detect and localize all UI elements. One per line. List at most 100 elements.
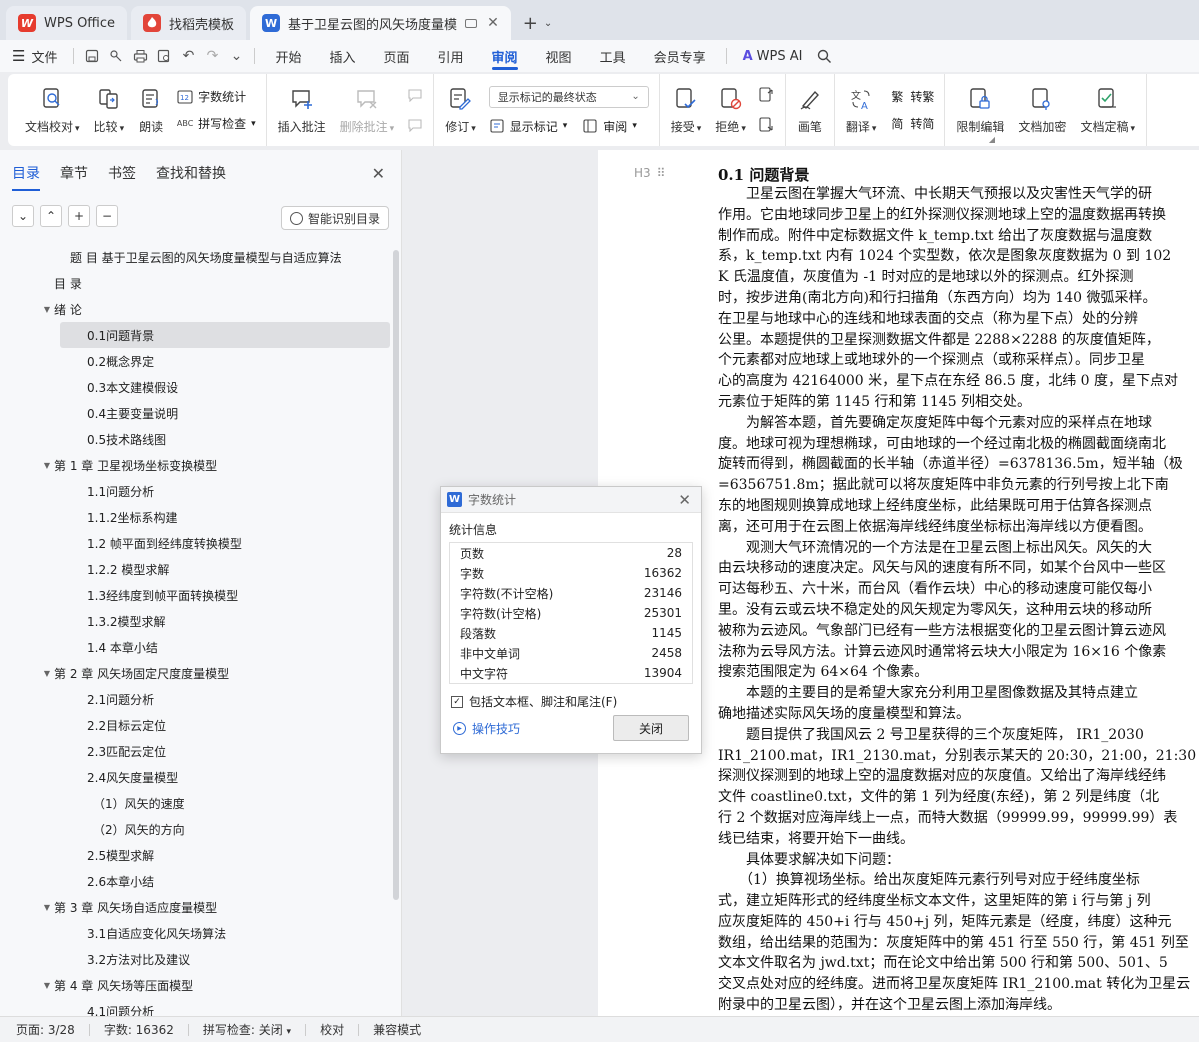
toc-item[interactable]: ▼ 绪 论 [0,296,392,322]
expand-triangle-icon[interactable]: ▼ [40,981,54,990]
toc-item[interactable]: 2.5模型求解 [0,842,392,868]
chevron-down-icon[interactable]: ⌄ [544,18,552,29]
chevron-down-icon[interactable]: ⌄ [224,44,248,68]
ribbon-expand-icon[interactable]: ◢ [989,135,995,144]
redo-icon[interactable]: ↷ [200,44,224,68]
nav-tab-bookmarks[interactable]: 书签 [108,159,136,187]
toc-item[interactable]: 2.3匹配云定位 [0,738,392,764]
expand-up-icon[interactable]: ⌃ [40,205,62,227]
toc-item[interactable]: （1）风矢的速度 [0,790,392,816]
tab-daoke-templates[interactable]: 找稻壳模板 [131,6,247,40]
toc-item[interactable]: 0.3本文建模假设 [0,374,392,400]
search-icon[interactable] [812,44,836,68]
toc-item[interactable]: 1.1问题分析 [0,478,392,504]
toc-item[interactable]: 1.2 帧平面到经纬度转换模型 [0,530,392,556]
proofread-status[interactable]: 校对 [320,1021,344,1038]
expand-triangle-icon[interactable]: ▼ [40,305,54,314]
expand-triangle-icon[interactable]: ▼ [40,461,54,470]
nav-tab-find-replace[interactable]: 查找和替换 [156,159,226,187]
tips-link[interactable]: ▶ 操作技巧 [453,720,520,737]
section-heading[interactable]: 0.1 问题背景 [718,164,809,185]
tab-document[interactable]: W 基于卫星云图的风矢场度量模 ✕ [250,6,511,40]
wps-ai-button[interactable]: A WPS AI [733,49,813,64]
reject-button[interactable]: 拒绝 ▾ [708,74,753,146]
toc-item[interactable]: 2.1问题分析 [0,686,392,712]
save-icon[interactable] [80,44,104,68]
toc-item[interactable]: 2.4风矢度量模型 [0,764,392,790]
next-change-icon[interactable] [759,117,775,133]
close-tab-icon[interactable]: ✕ [487,15,499,31]
toc-item[interactable]: 1.1.2坐标系构建 [0,504,392,530]
toc-item[interactable]: 0.4主要变量说明 [0,400,392,426]
toc-item[interactable]: 0.1问题背景 [60,322,390,348]
add-heading-icon[interactable]: + [68,205,90,227]
toc-item[interactable]: ▼ 第 3 章 风矢场自适应度量模型 [0,894,392,920]
show-markup-button[interactable]: 显示标记 ▾ [489,118,567,135]
include-textbox-checkbox[interactable]: ✓ 包括文本框、脚注和尾注(F) [441,684,701,710]
track-changes-button[interactable]: 修订 ▾ [438,74,483,146]
expand-triangle-icon[interactable]: ▼ [40,669,54,678]
previous-comment-icon[interactable] [407,87,423,103]
read-aloud-button[interactable]: 朗读 [131,74,171,146]
collapse-all-icon[interactable]: ⌄ [12,205,34,227]
new-tab-button[interactable]: + ⌄ [515,6,560,40]
menu-tab-page[interactable]: 页面 [370,40,424,72]
nav-tab-chapters[interactable]: 章节 [60,159,88,187]
review-pane-button[interactable]: 审阅 ▾ [582,118,637,135]
dialog-title-bar[interactable]: W 字数统计 ✕ [441,487,701,513]
previous-change-icon[interactable] [759,87,775,103]
menu-tab-references[interactable]: 引用 [424,40,478,72]
toc-item[interactable]: ▼ 第 4 章 风矢场等压面模型 [0,972,392,998]
to-traditional-button[interactable]: 繁 转繁 [889,88,934,105]
close-icon[interactable]: ✕ [372,164,385,183]
toc-item[interactable]: 2.2目标云定位 [0,712,392,738]
to-simplified-button[interactable]: 简 转简 [889,115,934,132]
toc-item[interactable]: 1.3经纬度到帧平面转换模型 [0,582,392,608]
next-comment-icon[interactable] [407,117,423,133]
drag-handle-icon[interactable]: ⠿ [657,166,666,180]
toc-item[interactable]: 2.6本章小结 [0,868,392,894]
toc-item[interactable]: 0.5技术路线图 [0,426,392,452]
doc-encrypt-button[interactable]: 文档加密 [1011,74,1073,146]
toc-item[interactable]: 题 目 基于卫星云图的风矢场度量模型与自适应算法 [0,244,392,270]
menu-tab-tools[interactable]: 工具 [586,40,640,72]
toc-item[interactable]: ▼ 第 1 章 卫星视场坐标变换模型 [0,452,392,478]
toc-item[interactable]: 4.1问题分析 [0,998,392,1017]
document-body-text[interactable]: 卫星云图在掌握大气环流、中长期天气预报以及灾害性天气学的研 作用。它由地球同步卫星… [718,184,1199,1016]
toc-item[interactable]: 1.3.2模型求解 [0,608,392,634]
close-icon[interactable]: ✕ [678,491,691,509]
tab-wps-office[interactable]: W WPS Office [6,6,128,40]
toc-item[interactable]: 3.1自适应变化风矢场算法 [0,920,392,946]
delete-comment-button[interactable]: 删除批注 ▾ [333,74,402,146]
expand-triangle-icon[interactable]: ▼ [40,903,54,912]
word-count-button[interactable]: 12 字数统计 [177,88,256,105]
nav-tab-toc[interactable]: 目录 [12,159,40,191]
toc-item[interactable]: （2）风矢的方向 [0,816,392,842]
toc-item[interactable]: 1.4 本章小结 [0,634,392,660]
restrict-edit-button[interactable]: 限制编辑 [949,74,1011,146]
file-menu[interactable]: ☰ 文件 [12,47,57,66]
translate-button[interactable]: 文A 翻译 ▾ [839,74,884,146]
toc-item[interactable]: 3.2方法对比及建议 [0,946,392,972]
print-icon[interactable] [128,44,152,68]
heading-level-marker[interactable]: H3 ⠿ [634,166,666,180]
page-indicator[interactable]: 页面: 3/28 [16,1021,75,1038]
smart-toc-button[interactable]: 智能识别目录 [280,206,389,230]
undo-icon[interactable]: ↶ [176,44,200,68]
toc-item[interactable]: ▼ 第 2 章 风矢场固定尺度度量模型 [0,660,392,686]
toc-item[interactable]: 目 录 [0,270,392,296]
word-count-indicator[interactable]: 字数: 16362 [104,1021,174,1038]
doc-check-button[interactable]: 文档校对 ▾ [18,74,87,146]
print-preview-icon[interactable] [152,44,176,68]
menu-tab-view[interactable]: 视图 [532,40,586,72]
toc-item[interactable]: 0.2概念界定 [0,348,392,374]
pen-button[interactable]: 画笔 [790,74,830,146]
insert-comment-button[interactable]: 插入批注 [271,74,333,146]
menu-tab-member[interactable]: 会员专享 [640,40,720,72]
close-button[interactable]: 关闭 [613,715,689,741]
remove-heading-icon[interactable]: − [96,205,118,227]
screen-icon[interactable] [465,18,478,28]
doc-finalize-button[interactable]: 文档定稿 ▾ [1073,74,1142,146]
markup-state-select[interactable]: 显示标记的最终状态 ⌄ [488,85,649,108]
toc-scrollbar[interactable] [393,250,399,900]
